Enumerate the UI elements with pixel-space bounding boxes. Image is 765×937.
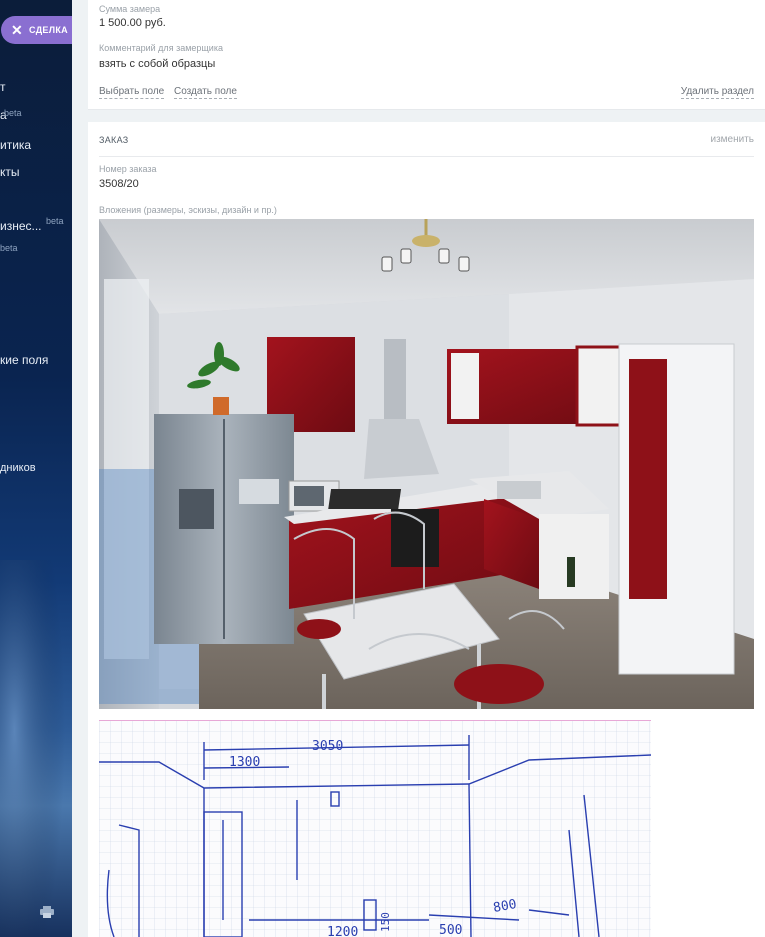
sidebar-item-4[interactable]: кты: [0, 165, 20, 179]
beta-badge: beta: [46, 216, 64, 226]
section-title-order: ЗАКАЗ: [99, 135, 129, 145]
field-label-comment: Комментарий для замерщика: [99, 43, 223, 53]
sidebar-item-3[interactable]: итика: [0, 138, 31, 152]
kitchen-render-image: [99, 219, 754, 709]
sketch-dim-1200: 1200: [327, 925, 358, 937]
attachment-hand-sketch[interactable]: 3050 1300 500 800 1200 150: [99, 720, 651, 937]
field-value-measure-sum: 1 500.00 руб.: [99, 17, 166, 29]
sidebar-item-6[interactable]: кие поля: [0, 353, 48, 367]
select-field-link[interactable]: Выбрать поле: [99, 86, 165, 99]
sketch-dim-1300: 1300: [229, 755, 260, 770]
measurement-section: Сумма замера 1 500.00 руб. Комментарий д…: [88, 0, 765, 110]
hand-sketch-image: 3050 1300 500 800 1200 150: [99, 720, 651, 937]
edit-section-button[interactable]: изменить: [710, 134, 754, 145]
create-field-link[interactable]: Создать поле: [174, 86, 237, 99]
printer-icon[interactable]: [40, 906, 54, 918]
field-label-order-number: Номер заказа: [99, 164, 157, 174]
field-label-attachments: Вложения (размеры, эскизы, дизайн и пр.): [99, 205, 277, 215]
attachment-kitchen-render[interactable]: [99, 219, 754, 709]
sidebar-item-1[interactable]: т: [0, 80, 6, 94]
order-section: ЗАКАЗ изменить Номер заказа 3508/20 Влож…: [88, 122, 765, 937]
field-value-comment: взять с собой образцы: [99, 58, 216, 70]
beta-badge: beta: [0, 243, 18, 253]
section-divider: [99, 156, 754, 157]
sketch-dim-150: 150: [379, 912, 392, 932]
sidebar-item-7[interactable]: дников: [0, 462, 36, 474]
sidebar-item-5[interactable]: изнес...: [0, 219, 42, 233]
left-sidebar: т а beta итика кты изнес... beta beta ки…: [0, 0, 72, 937]
deal-close-button[interactable]: ✕ СДЕЛКА: [1, 16, 72, 44]
sketch-dim-3050: 3050: [312, 739, 343, 754]
beta-badge: beta: [4, 108, 22, 118]
sidebar-background-art: [0, 560, 72, 937]
field-label-measure-sum: Сумма замера: [99, 4, 161, 14]
close-icon: ✕: [11, 22, 24, 38]
sketch-dim-500: 500: [439, 923, 462, 937]
delete-section-link[interactable]: Удалить раздел: [680, 86, 754, 99]
field-value-order-number: 3508/20: [99, 178, 139, 190]
deal-pill-label: СДЕЛКА: [29, 25, 68, 35]
